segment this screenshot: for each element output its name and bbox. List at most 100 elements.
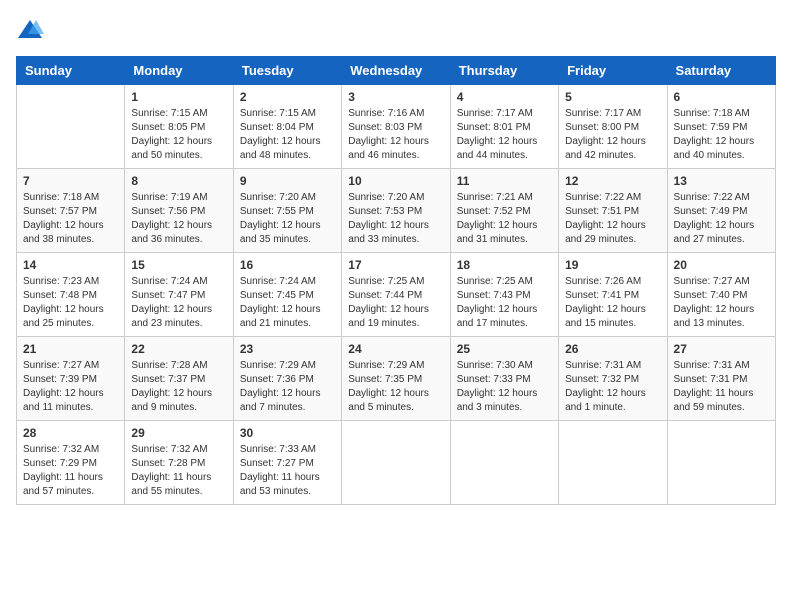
- calendar-cell: 2 Sunrise: 7:15 AMSunset: 8:04 PMDaylight…: [233, 85, 341, 169]
- day-number: 19: [565, 258, 660, 272]
- day-number: 25: [457, 342, 552, 356]
- day-number: 14: [23, 258, 118, 272]
- cell-content: Sunrise: 7:26 AMSunset: 7:41 PMDaylight:…: [565, 275, 660, 331]
- day-number: 18: [457, 258, 552, 272]
- day-number: 17: [348, 258, 443, 272]
- calendar-cell: [342, 421, 450, 505]
- weekday-header-saturday: Saturday: [667, 57, 775, 85]
- weekday-header-tuesday: Tuesday: [233, 57, 341, 85]
- calendar-cell: 4 Sunrise: 7:17 AMSunset: 8:01 PMDaylight…: [450, 85, 558, 169]
- cell-content: Sunrise: 7:21 AMSunset: 7:52 PMDaylight:…: [457, 191, 552, 247]
- calendar-cell: 30 Sunrise: 7:33 AMSunset: 7:27 PMDayligh…: [233, 421, 341, 505]
- day-number: 4: [457, 90, 552, 104]
- calendar-cell: 18 Sunrise: 7:25 AMSunset: 7:43 PMDayligh…: [450, 253, 558, 337]
- cell-content: Sunrise: 7:17 AMSunset: 8:00 PMDaylight:…: [565, 107, 660, 163]
- day-number: 21: [23, 342, 118, 356]
- calendar-cell: 24 Sunrise: 7:29 AMSunset: 7:35 PMDayligh…: [342, 337, 450, 421]
- day-number: 30: [240, 426, 335, 440]
- calendar-cell: 3 Sunrise: 7:16 AMSunset: 8:03 PMDaylight…: [342, 85, 450, 169]
- day-number: 13: [674, 174, 769, 188]
- day-number: 6: [674, 90, 769, 104]
- calendar-header-row: SundayMondayTuesdayWednesdayThursdayFrid…: [17, 57, 776, 85]
- calendar-cell: 22 Sunrise: 7:28 AMSunset: 7:37 PMDayligh…: [125, 337, 233, 421]
- calendar-cell: 27 Sunrise: 7:31 AMSunset: 7:31 PMDayligh…: [667, 337, 775, 421]
- cell-content: Sunrise: 7:28 AMSunset: 7:37 PMDaylight:…: [131, 359, 226, 415]
- cell-content: Sunrise: 7:32 AMSunset: 7:29 PMDaylight:…: [23, 443, 118, 499]
- day-number: 22: [131, 342, 226, 356]
- day-number: 26: [565, 342, 660, 356]
- weekday-header-friday: Friday: [559, 57, 667, 85]
- cell-content: Sunrise: 7:15 AMSunset: 8:05 PMDaylight:…: [131, 107, 226, 163]
- day-number: 2: [240, 90, 335, 104]
- calendar-cell: 8Sunrise: 7:19 AMSunset: 7:56 PMDaylight…: [125, 169, 233, 253]
- cell-content: Sunrise: 7:23 AMSunset: 7:48 PMDaylight:…: [23, 275, 118, 331]
- cell-content: Sunrise: 7:30 AMSunset: 7:33 PMDaylight:…: [457, 359, 552, 415]
- cell-content: Sunrise: 7:29 AMSunset: 7:36 PMDaylight:…: [240, 359, 335, 415]
- cell-content: Sunrise: 7:24 AMSunset: 7:45 PMDaylight:…: [240, 275, 335, 331]
- calendar-cell: 1 Sunrise: 7:15 AMSunset: 8:05 PMDaylight…: [125, 85, 233, 169]
- calendar-cell: 5 Sunrise: 7:17 AMSunset: 8:00 PMDaylight…: [559, 85, 667, 169]
- calendar-cell: 11 Sunrise: 7:21 AMSunset: 7:52 PMDayligh…: [450, 169, 558, 253]
- logo: [16, 16, 48, 44]
- calendar-cell: 20Sunrise: 7:27 AMSunset: 7:40 PMDayligh…: [667, 253, 775, 337]
- cell-content: Sunrise: 7:22 AMSunset: 7:49 PMDaylight:…: [674, 191, 769, 247]
- calendar-cell: 16 Sunrise: 7:24 AMSunset: 7:45 PMDayligh…: [233, 253, 341, 337]
- calendar-week-row: 28 Sunrise: 7:32 AMSunset: 7:29 PMDayligh…: [17, 421, 776, 505]
- cell-content: Sunrise: 7:33 AMSunset: 7:27 PMDaylight:…: [240, 443, 335, 499]
- day-number: 29: [131, 426, 226, 440]
- calendar-cell: 10 Sunrise: 7:20 AMSunset: 7:53 PMDayligh…: [342, 169, 450, 253]
- day-number: 9: [240, 174, 335, 188]
- calendar-week-row: 1 Sunrise: 7:15 AMSunset: 8:05 PMDaylight…: [17, 85, 776, 169]
- day-number: 24: [348, 342, 443, 356]
- calendar-cell: 7 Sunrise: 7:18 AMSunset: 7:57 PMDaylight…: [17, 169, 125, 253]
- day-number: 5: [565, 90, 660, 104]
- calendar-cell: 26 Sunrise: 7:31 AMSunset: 7:32 PMDayligh…: [559, 337, 667, 421]
- calendar-cell: 13 Sunrise: 7:22 AMSunset: 7:49 PMDayligh…: [667, 169, 775, 253]
- calendar-body: 1 Sunrise: 7:15 AMSunset: 8:05 PMDaylight…: [17, 85, 776, 505]
- cell-content: Sunrise: 7:31 AMSunset: 7:31 PMDaylight:…: [674, 359, 769, 415]
- cell-content: Sunrise: 7:20 AMSunset: 7:55 PMDaylight:…: [240, 191, 335, 247]
- day-number: 1: [131, 90, 226, 104]
- cell-content: Sunrise: 7:25 AMSunset: 7:43 PMDaylight:…: [457, 275, 552, 331]
- cell-content: Sunrise: 7:16 AMSunset: 8:03 PMDaylight:…: [348, 107, 443, 163]
- cell-content: Sunrise: 7:20 AMSunset: 7:53 PMDaylight:…: [348, 191, 443, 247]
- cell-content: Sunrise: 7:27 AMSunset: 7:40 PMDaylight:…: [674, 275, 769, 331]
- day-number: 16: [240, 258, 335, 272]
- day-number: 12: [565, 174, 660, 188]
- cell-content: Sunrise: 7:31 AMSunset: 7:32 PMDaylight:…: [565, 359, 660, 415]
- day-number: 28: [23, 426, 118, 440]
- calendar-week-row: 7 Sunrise: 7:18 AMSunset: 7:57 PMDaylight…: [17, 169, 776, 253]
- day-number: 27: [674, 342, 769, 356]
- calendar-cell: [559, 421, 667, 505]
- cell-content: Sunrise: 7:18 AMSunset: 7:57 PMDaylight:…: [23, 191, 118, 247]
- calendar-cell: [667, 421, 775, 505]
- cell-content: Sunrise: 7:27 AMSunset: 7:39 PMDaylight:…: [23, 359, 118, 415]
- calendar-cell: 17Sunrise: 7:25 AMSunset: 7:44 PMDayligh…: [342, 253, 450, 337]
- day-number: 23: [240, 342, 335, 356]
- cell-content: Sunrise: 7:17 AMSunset: 8:01 PMDaylight:…: [457, 107, 552, 163]
- day-number: 3: [348, 90, 443, 104]
- day-number: 11: [457, 174, 552, 188]
- calendar-cell: [450, 421, 558, 505]
- cell-content: Sunrise: 7:29 AMSunset: 7:35 PMDaylight:…: [348, 359, 443, 415]
- calendar-week-row: 21 Sunrise: 7:27 AMSunset: 7:39 PMDayligh…: [17, 337, 776, 421]
- weekday-header-sunday: Sunday: [17, 57, 125, 85]
- day-number: 15: [131, 258, 226, 272]
- calendar-cell: 14 Sunrise: 7:23 AMSunset: 7:48 PMDayligh…: [17, 253, 125, 337]
- day-number: 10: [348, 174, 443, 188]
- weekday-header-monday: Monday: [125, 57, 233, 85]
- logo-icon: [16, 16, 44, 44]
- day-number: 7: [23, 174, 118, 188]
- calendar-cell: 12Sunrise: 7:22 AMSunset: 7:51 PMDayligh…: [559, 169, 667, 253]
- cell-content: Sunrise: 7:19 AMSunset: 7:56 PMDaylight:…: [131, 191, 226, 247]
- calendar-cell: 23 Sunrise: 7:29 AMSunset: 7:36 PMDayligh…: [233, 337, 341, 421]
- cell-content: Sunrise: 7:18 AMSunset: 7:59 PMDaylight:…: [674, 107, 769, 163]
- calendar-cell: 19 Sunrise: 7:26 AMSunset: 7:41 PMDayligh…: [559, 253, 667, 337]
- weekday-header-thursday: Thursday: [450, 57, 558, 85]
- cell-content: Sunrise: 7:15 AMSunset: 8:04 PMDaylight:…: [240, 107, 335, 163]
- cell-content: Sunrise: 7:32 AMSunset: 7:28 PMDaylight:…: [131, 443, 226, 499]
- calendar-cell: 9 Sunrise: 7:20 AMSunset: 7:55 PMDaylight…: [233, 169, 341, 253]
- calendar-cell: 29 Sunrise: 7:32 AMSunset: 7:28 PMDayligh…: [125, 421, 233, 505]
- cell-content: Sunrise: 7:24 AMSunset: 7:47 PMDaylight:…: [131, 275, 226, 331]
- calendar-cell: 15 Sunrise: 7:24 AMSunset: 7:47 PMDayligh…: [125, 253, 233, 337]
